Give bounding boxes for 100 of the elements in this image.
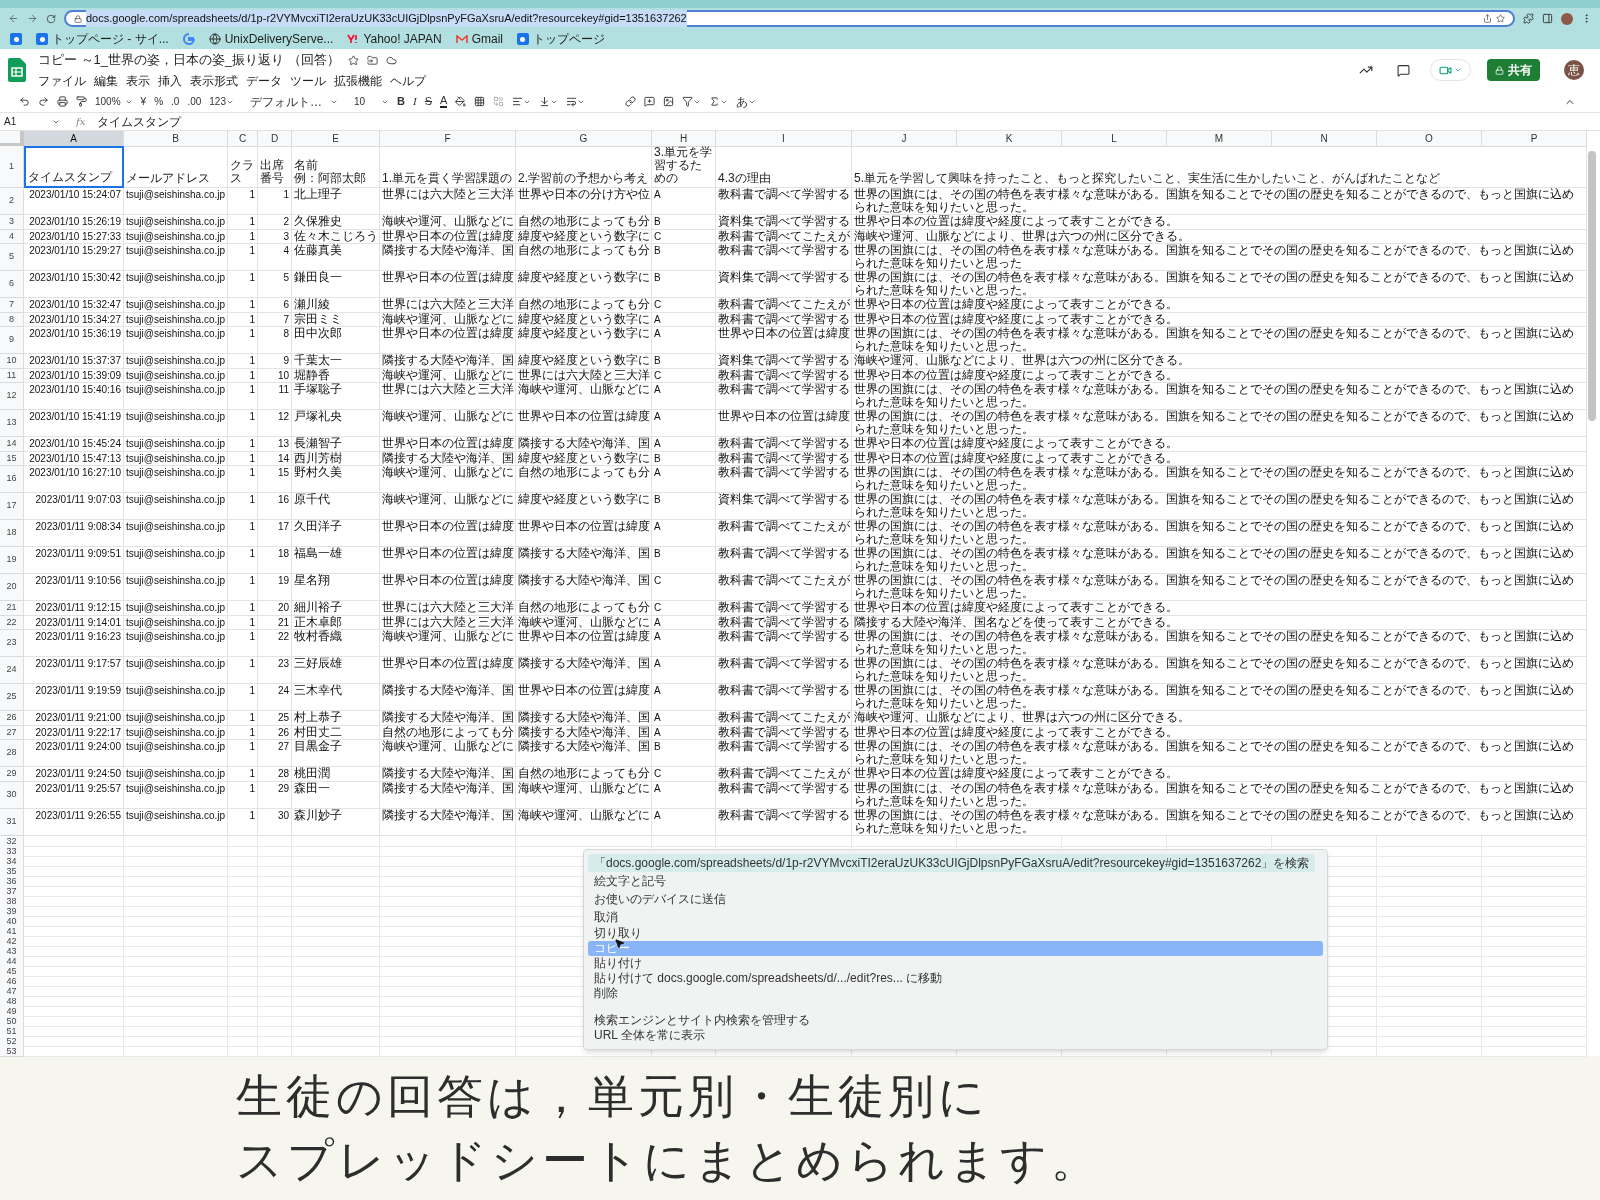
column-header[interactable]: D bbox=[258, 131, 292, 147]
bookmark[interactable]: Yahoo! JAPAN bbox=[341, 30, 448, 48]
zoom-select[interactable]: 100% bbox=[92, 92, 136, 111]
formula-input[interactable]: タイムスタンプ bbox=[97, 112, 182, 131]
bookmark[interactable]: トップページ bbox=[511, 30, 611, 48]
row-header[interactable]: 21 bbox=[0, 601, 24, 616]
row-header[interactable]: 24 bbox=[0, 657, 24, 684]
row-header[interactable]: 28 bbox=[0, 740, 24, 767]
menu-item[interactable]: データ bbox=[246, 71, 282, 90]
context-menu-item[interactable]: 貼り付け bbox=[588, 955, 648, 971]
row-header[interactable]: 2 bbox=[0, 188, 24, 215]
column-header[interactable]: K bbox=[957, 131, 1062, 147]
account-avatar[interactable]: 恵 bbox=[1564, 60, 1584, 80]
font-select[interactable]: デフォルト… bbox=[247, 92, 341, 111]
italic-button[interactable]: I bbox=[410, 92, 420, 111]
context-menu-item[interactable]: お使いのデバイスに送信 bbox=[588, 889, 732, 908]
row-header[interactable]: 7 bbox=[0, 298, 24, 313]
row-header[interactable]: 12 bbox=[0, 383, 24, 410]
table-cell: 佐々木こじろう bbox=[292, 229, 380, 244]
row-header[interactable]: 18 bbox=[0, 520, 24, 547]
column-header[interactable]: E bbox=[292, 131, 380, 147]
strikethrough-button[interactable]: S bbox=[421, 92, 436, 111]
table-cell: 瀬川綾 bbox=[292, 298, 380, 313]
row-header[interactable]: 19 bbox=[0, 547, 24, 574]
table-cell: 1 bbox=[228, 547, 258, 574]
row-header[interactable]: 30 bbox=[0, 781, 24, 809]
context-menu-item[interactable]: 貼り付けて docs.google.com/spreadsheets/d/.../edit?res... に移動 bbox=[588, 970, 949, 986]
row-header[interactable]: 10 bbox=[0, 354, 24, 369]
table-cell: 世界の国旗には、その国の特色を表す様々な意味がある。国旗を知ることでその国の歴史を知ることができるので、もっと国旗に込められた意味を知りたいと思った。 bbox=[852, 271, 1587, 298]
table-cell: 2023/01/10 15:41:19 bbox=[24, 410, 124, 437]
table-cell: 手塚聡子 bbox=[292, 383, 380, 410]
context-menu-item[interactable]: URL 全体を常に表示 bbox=[588, 1027, 711, 1043]
table-cell: 12 bbox=[258, 410, 292, 437]
table-cell: 1 bbox=[228, 298, 258, 313]
column-header[interactable]: B bbox=[124, 131, 228, 147]
decrease-decimal-button[interactable]: .0 bbox=[168, 92, 183, 111]
text-color-button[interactable]: A bbox=[437, 92, 451, 111]
row-header[interactable]: 53 bbox=[0, 1045, 24, 1057]
menu-item[interactable]: 編集 bbox=[94, 71, 118, 90]
row-header[interactable]: 13 bbox=[0, 410, 24, 437]
column-header[interactable]: I bbox=[716, 131, 852, 147]
percent-format-button[interactable]: % bbox=[151, 92, 167, 111]
context-menu-item[interactable]: 検索エンジンとサイト内検索を管理する bbox=[588, 1012, 816, 1028]
column-header[interactable]: J bbox=[852, 131, 957, 147]
context-menu-item[interactable]: 切り取り bbox=[588, 925, 648, 941]
table-cell: 自然の地形によっても分 bbox=[380, 725, 516, 740]
row-header[interactable]: 17 bbox=[0, 493, 24, 520]
menu-item[interactable]: 表示形式 bbox=[190, 71, 238, 90]
row-header[interactable]: 1 bbox=[0, 146, 24, 188]
column-header[interactable]: N bbox=[1272, 131, 1377, 147]
menu-item[interactable]: ヘルプ bbox=[390, 71, 426, 90]
row-header[interactable]: 9 bbox=[0, 327, 24, 354]
table-cell: tsuji@seishinsha.co.jp bbox=[124, 711, 228, 726]
font-size-select[interactable]: 10 bbox=[343, 92, 393, 111]
column-header[interactable]: L bbox=[1062, 131, 1167, 147]
context-menu-item[interactable]: 削除 bbox=[588, 985, 624, 1001]
name-box[interactable]: A1 bbox=[0, 114, 64, 129]
bookmark[interactable]: トップページ - サイ... bbox=[30, 30, 175, 48]
url-field[interactable]: docs.google.com/spreadsheets/d/1p-r2VYMvcxiTI2eraUzUK33cUIGjDlpsnPyFGaXsruA/edit?resourcekey#gid=1351637262 bbox=[64, 10, 1515, 27]
table-cell: 資料集で調べて学習する bbox=[716, 354, 852, 369]
currency-format-button[interactable]: ¥ bbox=[137, 92, 150, 111]
bookmark[interactable]: UnixDeliveryServe... bbox=[202, 30, 340, 48]
menu-item[interactable]: 挿入 bbox=[158, 71, 182, 90]
table-cell: A bbox=[652, 312, 716, 327]
column-header[interactable]: F bbox=[380, 131, 516, 147]
column-header[interactable]: H bbox=[652, 131, 716, 147]
table-cell: A bbox=[652, 657, 716, 684]
row-header[interactable]: 26 bbox=[0, 711, 24, 726]
column-header[interactable]: M bbox=[1167, 131, 1272, 147]
input-tools-button[interactable]: あ bbox=[733, 92, 760, 111]
column-header[interactable]: P bbox=[1482, 131, 1587, 147]
share-button[interactable]: 共有 bbox=[1487, 59, 1540, 81]
context-menu-item[interactable]: 「docs.google.com/spreadsheets/d/1p-r2VYMvcxiTI2eraUzUK33cUIGjDlpsnPyFGaXsruA/edit?resourcekey#gid=1351637262」を検索 bbox=[588, 853, 1316, 872]
column-header[interactable]: C bbox=[228, 131, 258, 147]
row-header[interactable]: 5 bbox=[0, 244, 24, 271]
column-header[interactable]: A bbox=[24, 131, 124, 147]
column-header[interactable]: G bbox=[516, 131, 652, 147]
menu-item[interactable]: 拡張機能 bbox=[334, 71, 382, 90]
row-header[interactable]: 23 bbox=[0, 630, 24, 657]
bookmark[interactable]: Gmail bbox=[449, 30, 509, 48]
row-header[interactable]: 31 bbox=[0, 808, 24, 836]
row-header[interactable]: 14 bbox=[0, 437, 24, 452]
row-header[interactable]: 25 bbox=[0, 684, 24, 711]
context-menu-item[interactable]: 取消 bbox=[588, 907, 624, 926]
row-header[interactable]: 16 bbox=[0, 466, 24, 493]
number-format-select[interactable]: 123 bbox=[206, 92, 237, 111]
increase-decimal-button[interactable]: .00 bbox=[184, 92, 205, 111]
document-title[interactable]: コピー ～1_世界の姿，日本の姿_振り返り （回答） bbox=[38, 50, 340, 70]
row-header[interactable]: 6 bbox=[0, 271, 24, 298]
table-cell: 25 bbox=[258, 711, 292, 726]
row-header[interactable]: 20 bbox=[0, 574, 24, 601]
menu-item[interactable]: 表示 bbox=[126, 71, 150, 90]
bold-button[interactable]: B bbox=[394, 92, 409, 111]
row-header[interactable]: 29 bbox=[0, 767, 24, 782]
table-cell: 1 bbox=[228, 725, 258, 740]
column-header[interactable]: O bbox=[1377, 131, 1482, 147]
context-menu-item[interactable]: 絵文字と記号 bbox=[588, 871, 672, 890]
menu-item[interactable]: ファイル bbox=[38, 71, 86, 90]
menu-item[interactable]: ツール bbox=[290, 71, 326, 90]
row-header[interactable]: 3 bbox=[0, 215, 24, 230]
